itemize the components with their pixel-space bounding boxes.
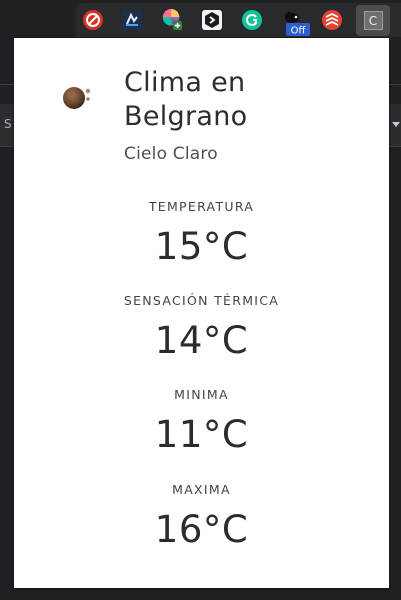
stat-minimum: MINIMA 11°C — [14, 387, 389, 455]
stat-value: 14°C — [154, 319, 249, 362]
stat-value: 11°C — [154, 413, 249, 456]
stat-label: SENSACIÓN TÉRMICA — [123, 293, 280, 308]
grammarly-icon[interactable] — [241, 9, 263, 31]
stat-label: MINIMA — [174, 387, 229, 402]
todoist-icon[interactable] — [321, 9, 343, 31]
stat-maximum: MAXIMA 16°C — [14, 482, 389, 550]
background-dropdown — [389, 104, 401, 146]
adblock-icon[interactable] — [82, 9, 104, 31]
stat-value: 16°C — [154, 508, 249, 551]
background-field: S — [0, 104, 15, 146]
svg-text:Off: Off — [291, 26, 307, 37]
stat-value: 15°C — [154, 225, 249, 268]
letter-c-extension-button[interactable]: C — [356, 5, 390, 36]
stat-label: MAXIMA — [172, 482, 231, 497]
moon-clear-sky-icon — [63, 87, 91, 109]
hexagon-app-icon[interactable] — [201, 9, 223, 31]
chevron-down-icon — [392, 122, 400, 127]
letter-c-extension-icon: C — [363, 11, 383, 30]
background-field-text: S — [4, 117, 12, 131]
stat-temperature: TEMPERATURA 15°C — [14, 199, 389, 267]
stat-label: TEMPERATURA — [148, 199, 255, 214]
stat-feels-like: SENSACIÓN TÉRMICA 14°C — [14, 293, 389, 361]
mole-icon[interactable]: Off — [281, 8, 311, 38]
popup-title: Clima en Belgrano — [124, 67, 248, 132]
color-wheel-icon[interactable] — [161, 9, 183, 31]
bookmark-dark-icon[interactable] — [121, 9, 143, 31]
weather-popup: Clima en Belgrano Cielo Claro TEMPERATUR… — [14, 38, 389, 588]
sky-condition: Cielo Claro — [124, 144, 218, 164]
